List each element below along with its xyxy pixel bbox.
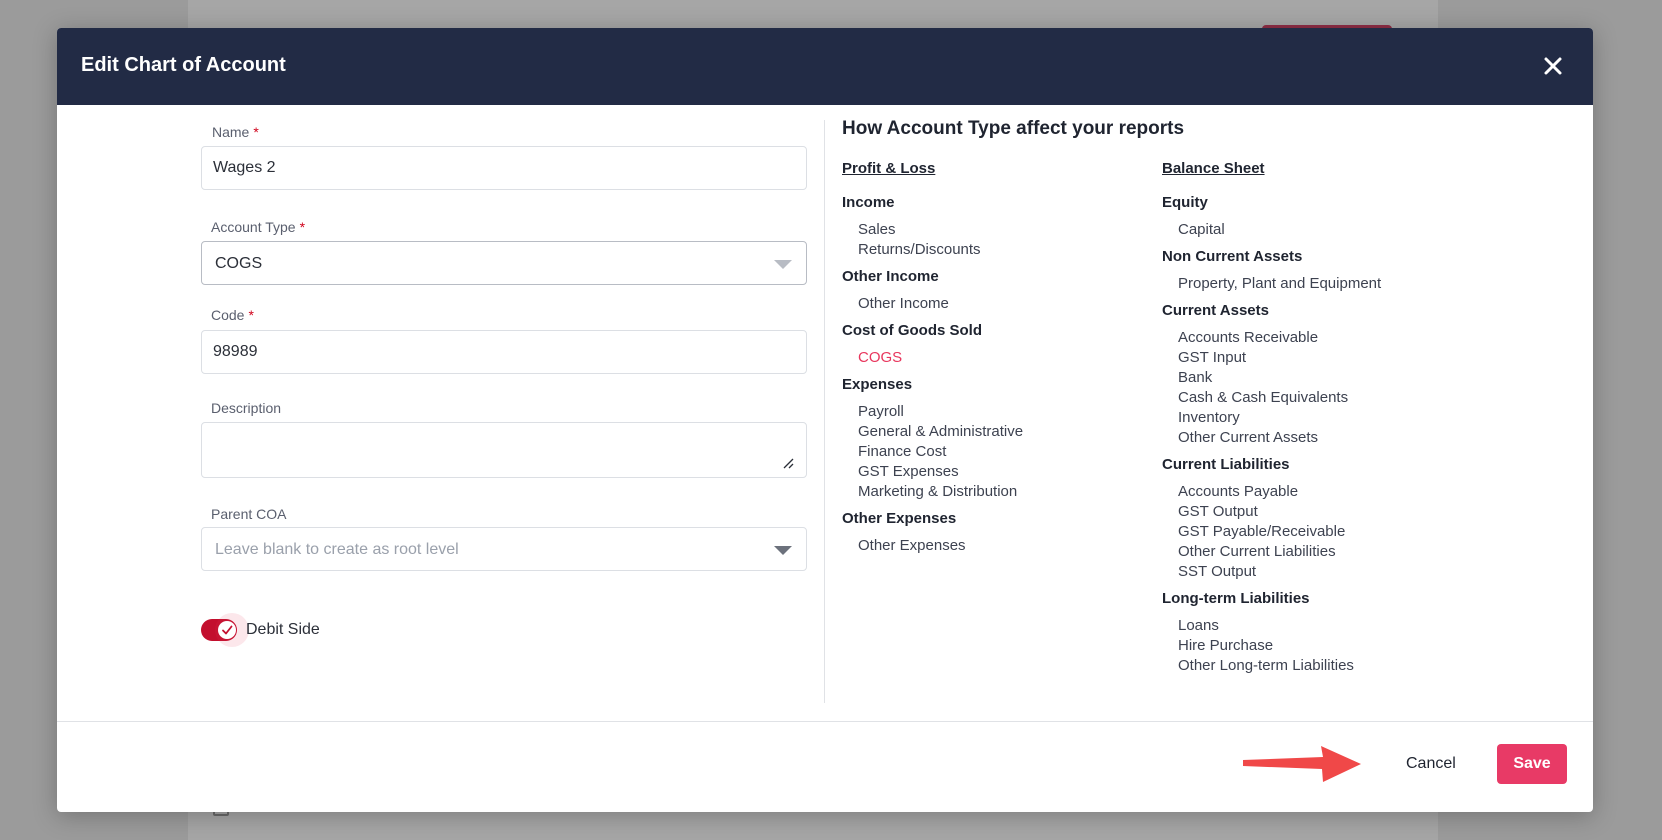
account-type-item: Accounts Receivable xyxy=(1178,329,1319,346)
debit-side-toggle[interactable] xyxy=(201,613,249,647)
toggle-knob xyxy=(218,621,236,639)
name-label: Name * xyxy=(212,124,259,140)
account-type-value: COGS xyxy=(215,255,263,272)
account-group-title: Long-term Liabilities xyxy=(1162,590,1310,607)
profit-loss-column: Profit & Loss Income Sales Returns/Discoun… xyxy=(842,160,1172,556)
balance-sheet-column: Balance Sheet Equity Capital Non Current A… xyxy=(1162,160,1492,676)
account-type-item: Other Current Liabilities xyxy=(1178,543,1336,560)
account-group-title: Other Income xyxy=(842,268,939,285)
account-type-item: Other Current Assets xyxy=(1178,429,1319,446)
cancel-button[interactable]: Cancel xyxy=(1406,755,1456,773)
parent-coa-label: Parent COA xyxy=(211,506,287,522)
description-textarea[interactable] xyxy=(201,422,807,478)
profit-loss-heading: Profit & Loss xyxy=(842,160,936,177)
account-type-item: Property, Plant and Equipment xyxy=(1178,275,1382,292)
account-group-title: Income xyxy=(842,194,895,211)
account-type-item: GST Expenses xyxy=(858,463,959,480)
parent-coa-select[interactable]: Leave blank to create as root level xyxy=(201,527,807,571)
account-type-item: Returns/Discounts xyxy=(858,241,981,258)
chevron-down-icon xyxy=(774,546,792,555)
account-type-item: Sales xyxy=(858,221,896,238)
account-group-title: Equity xyxy=(1162,194,1208,211)
account-type-item: GST Output xyxy=(1178,503,1258,520)
resize-handle-icon[interactable] xyxy=(782,457,794,469)
account-group-title: Non Current Assets xyxy=(1162,248,1303,265)
account-type-item: Capital xyxy=(1178,221,1225,238)
parent-coa-placeholder: Leave blank to create as root level xyxy=(215,541,459,558)
name-input[interactable] xyxy=(201,146,807,190)
arrow-right-icon xyxy=(1243,746,1361,782)
account-type-select[interactable]: COGS xyxy=(201,241,807,285)
vertical-divider xyxy=(824,120,825,703)
account-type-item: Cash & Cash Equivalents xyxy=(1178,389,1349,406)
account-group-title: Other Expenses xyxy=(842,510,957,527)
account-group-title: Expenses xyxy=(842,376,913,393)
account-type-item: Other Income xyxy=(858,295,949,312)
account-type-item: Marketing & Distribution xyxy=(858,483,1018,500)
edit-account-modal: Edit Chart of Account Name* Account Type… xyxy=(57,28,1593,812)
close-button[interactable] xyxy=(1539,52,1567,80)
modal-header: Edit Chart of Account xyxy=(57,28,1593,105)
info-title: How Account Type affect your reports xyxy=(842,118,1185,139)
footer-divider xyxy=(57,721,1593,722)
account-type-item: GST Input xyxy=(1178,349,1247,366)
close-icon xyxy=(1544,57,1562,75)
description-label: Description xyxy=(211,400,282,416)
save-button[interactable]: Save xyxy=(1497,744,1567,784)
account-group-title: Current Liabilities xyxy=(1162,456,1290,473)
account-type-item: Accounts Payable xyxy=(1178,483,1299,500)
account-type-item: COGS xyxy=(858,349,903,366)
account-type-item: Finance Cost xyxy=(858,443,947,460)
code-input[interactable] xyxy=(201,330,807,374)
account-type-item: Other Expenses xyxy=(858,537,966,554)
debit-side-label: Debit Side xyxy=(246,621,320,638)
account-type-item: GST Payable/Receivable xyxy=(1178,523,1346,540)
code-label: Code * xyxy=(211,307,254,323)
modal-title: Edit Chart of Account xyxy=(81,54,286,76)
account-type-item: General & Administrative xyxy=(858,423,1024,440)
account-type-item: Payroll xyxy=(858,403,904,420)
account-type-item: Hire Purchase xyxy=(1178,637,1274,654)
account-type-item: Other Long-term Liabilities xyxy=(1178,657,1354,674)
account-type-item: Bank xyxy=(1178,369,1213,386)
check-icon xyxy=(222,625,233,635)
chevron-down-icon xyxy=(774,260,792,269)
account-group-title: Cost of Goods Sold xyxy=(842,322,982,339)
account-type-item: SST Output xyxy=(1178,563,1257,580)
balance-sheet-heading: Balance Sheet xyxy=(1162,160,1265,177)
account-type-label: Account Type * xyxy=(211,219,306,235)
account-type-item: Inventory xyxy=(1178,409,1240,426)
account-group-title: Current Assets xyxy=(1162,302,1269,319)
account-type-item: Loans xyxy=(1178,617,1219,634)
